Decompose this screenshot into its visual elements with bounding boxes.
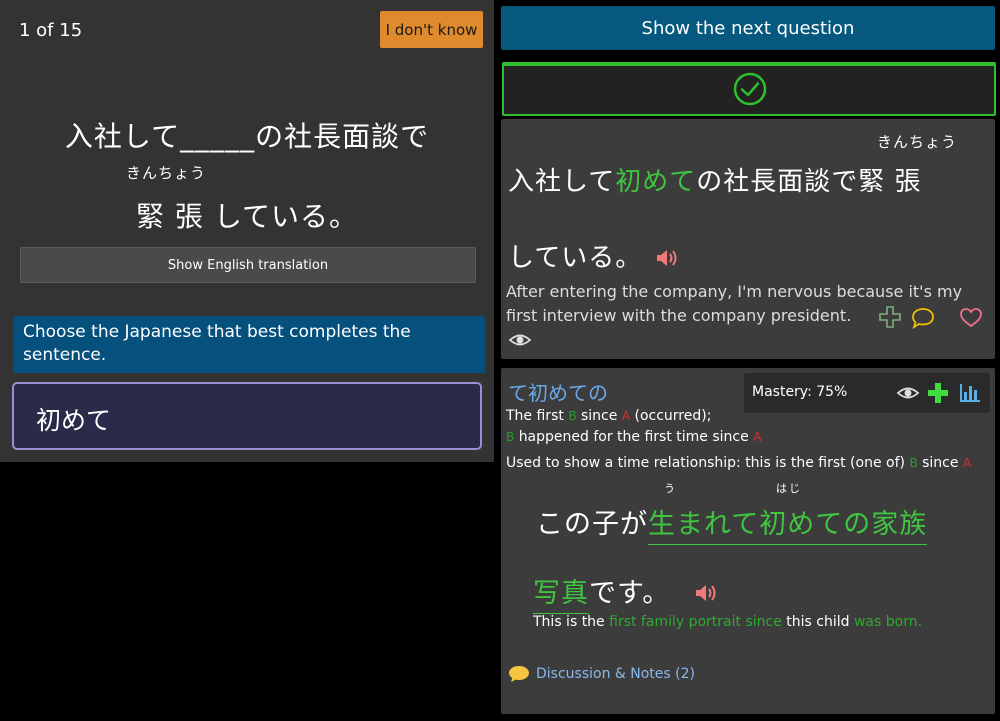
discussion-label: Discussion & Notes (2) xyxy=(536,666,695,682)
heart-icon[interactable] xyxy=(959,307,983,329)
answer-input[interactable]: 初めて xyxy=(12,382,482,450)
def-text: (occurred); xyxy=(634,408,712,424)
sentence-card: きんちょう 入社して初めての社長面談で緊 張 している。 After enter… xyxy=(501,119,995,359)
sentence-line-2: している。 xyxy=(508,243,643,273)
example-text: です。 xyxy=(589,578,671,609)
grammar-definition-2: B happened for the first time since A xyxy=(506,429,761,445)
example-highlight: 生まれて初めての家族 xyxy=(648,509,928,545)
usage-text: since xyxy=(922,455,959,471)
grammar-title[interactable]: て初めての xyxy=(508,377,608,406)
next-question-button[interactable]: Show the next question xyxy=(501,6,995,50)
check-circle-icon xyxy=(733,72,767,106)
def-text: happened for the first time since xyxy=(518,429,749,445)
sentence-furigana: きんちょう xyxy=(877,133,958,151)
marker-b: B xyxy=(506,430,515,444)
def-text: since xyxy=(581,408,618,424)
chart-icon[interactable] xyxy=(958,382,982,404)
grammar-card: て初めての Mastery: 75% The first B since A (… xyxy=(501,368,995,714)
marker-b: B xyxy=(568,409,577,423)
example-furigana: う xyxy=(664,482,675,495)
mastery-label: Mastery: 75% xyxy=(752,384,848,400)
dont-know-button[interactable]: I don't know xyxy=(380,11,483,48)
comment-icon xyxy=(509,666,529,682)
example-highlight: 写真 xyxy=(533,578,589,614)
grammar-usage: Used to show a time relationship: this i… xyxy=(506,455,971,471)
marker-a: A xyxy=(962,456,972,470)
marker-a: A xyxy=(753,430,762,444)
question-line-2: 緊 張 している。 xyxy=(136,200,358,233)
answer-value: 初めて xyxy=(36,406,112,435)
speaker-icon[interactable] xyxy=(694,583,718,603)
result-banner xyxy=(502,62,996,116)
translation-highlight: was born. xyxy=(853,614,923,630)
eye-icon[interactable] xyxy=(508,332,532,348)
marker-a: A xyxy=(621,409,631,423)
answer-prompt: Choose the Japanese that best completes … xyxy=(13,316,485,373)
show-translation-button[interactable]: Show English translation xyxy=(20,247,476,283)
question-furigana: きんちょう xyxy=(126,164,207,182)
sentence-text-before: 入社して xyxy=(508,167,616,197)
sentence-highlight: 初めて xyxy=(615,167,697,197)
question-panel: 1 of 15 I don't know 入社して_____の社長面談で きんち… xyxy=(0,0,494,462)
eye-icon[interactable] xyxy=(896,385,920,401)
example-sentence-line-2: 写真です。 xyxy=(533,571,671,614)
add-icon[interactable] xyxy=(878,305,902,329)
example-furigana: はじ xyxy=(776,482,802,495)
grammar-definition-1: The first B since A (occurred); xyxy=(506,408,711,424)
example-translation: This is the first family portrait since … xyxy=(533,614,922,630)
example-sentence-line-1: この子が生まれて初めての家族 xyxy=(536,502,928,545)
usage-text: Used to show a time relationship: this i… xyxy=(506,455,905,471)
def-text: The first xyxy=(506,408,564,424)
add-icon[interactable] xyxy=(927,382,949,404)
sentence-text-after: の社長面談で緊 張 xyxy=(696,167,922,197)
translation-highlight: first family portrait since xyxy=(609,614,782,630)
marker-b: B xyxy=(909,456,918,470)
mastery-panel: Mastery: 75% xyxy=(744,373,990,413)
translation-text: This is the xyxy=(533,614,605,630)
discussion-link[interactable]: Discussion & Notes (2) xyxy=(508,665,695,683)
translation-text: this child xyxy=(786,614,850,630)
question-counter: 1 of 15 xyxy=(19,20,83,41)
speaker-icon[interactable] xyxy=(655,248,679,268)
comment-icon[interactable] xyxy=(911,307,935,329)
sentence-line-1: 入社して初めての社長面談で緊 張 xyxy=(508,161,922,198)
question-line-1: 入社して_____の社長面談で xyxy=(64,120,430,153)
example-text: この子が xyxy=(536,509,648,540)
